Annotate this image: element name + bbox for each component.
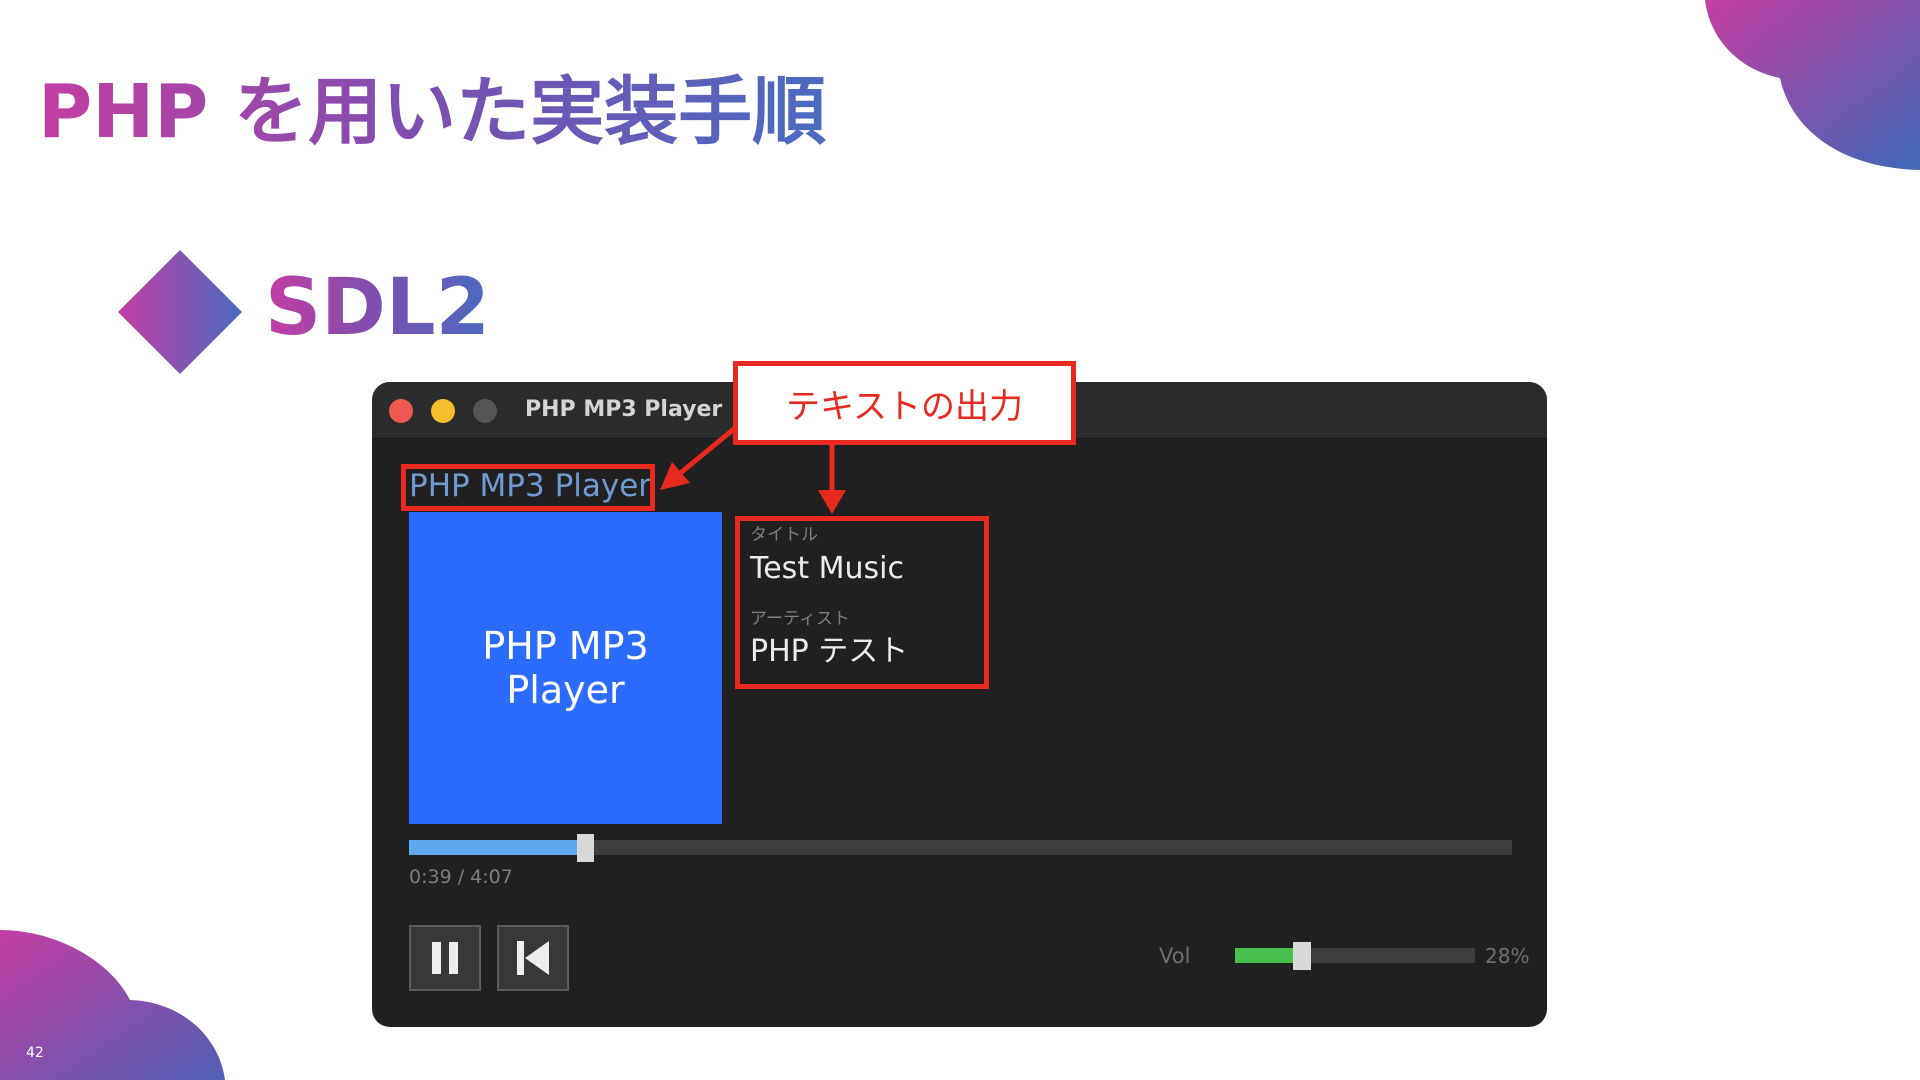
window-zoom-button[interactable]: [473, 399, 497, 423]
album-art: PHP MP3 Player: [409, 512, 722, 824]
time-display: 0:39 / 4:07: [409, 866, 513, 888]
window-minimize-button[interactable]: [431, 399, 455, 423]
slide-title: PHP を用いた実装手順: [38, 62, 826, 162]
volume-slider-fill: [1235, 948, 1303, 963]
previous-button[interactable]: [497, 925, 569, 991]
page-number: 42: [26, 1045, 44, 1061]
seek-bar-handle[interactable]: [577, 834, 595, 862]
annotation-callout-text: テキストの出力: [786, 386, 1023, 427]
window-close-button[interactable]: [389, 399, 413, 423]
seek-bar-fill: [409, 840, 586, 855]
annotation-callout: テキストの出力: [733, 361, 1076, 445]
skip-previous-icon: [517, 941, 549, 975]
seek-bar[interactable]: [409, 834, 1512, 862]
pause-icon: [432, 942, 458, 974]
volume-label: Vol: [1159, 944, 1191, 968]
volume-slider-handle[interactable]: [1293, 942, 1312, 970]
section-title: SDL2: [265, 258, 490, 358]
diamond-bullet-icon: [118, 250, 242, 374]
corner-decoration-top-right: [1705, 0, 1920, 170]
annotation-box-heading: [401, 464, 655, 511]
volume-value: 28%: [1485, 944, 1530, 968]
window-title: PHP MP3 Player: [525, 397, 723, 422]
pause-button[interactable]: [409, 925, 481, 991]
volume-slider[interactable]: [1235, 942, 1475, 970]
album-art-text: PHP MP3 Player: [482, 624, 649, 712]
annotation-box-metadata: [735, 516, 989, 689]
